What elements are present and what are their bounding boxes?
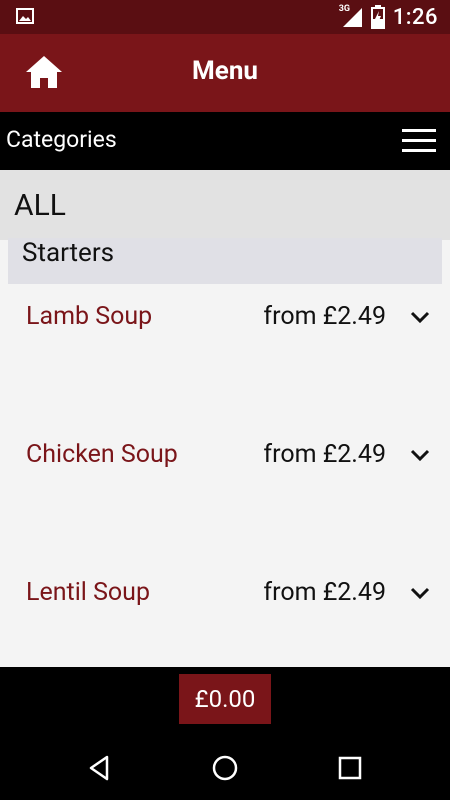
categories-label: Categories (6, 126, 117, 153)
chevron-down-icon[interactable] (410, 310, 430, 324)
menu-item-lentil-soup[interactable]: Lentil Soup from £2.49 (0, 564, 450, 624)
item-price: from £2.49 (263, 440, 386, 469)
signal-icon: 3G (338, 4, 363, 28)
section-title: Starters (22, 238, 115, 268)
back-icon[interactable] (85, 753, 115, 783)
categories-bar[interactable]: Categories (0, 112, 450, 170)
chevron-down-icon[interactable] (410, 448, 430, 462)
item-name: Lamb Soup (26, 302, 153, 331)
network-type-label: 3G (338, 4, 350, 14)
item-name: Lentil Soup (26, 578, 150, 607)
menu-item-lamb-soup[interactable]: Lamb Soup from £2.49 (0, 288, 450, 348)
page-title: Menu (192, 56, 258, 86)
status-bar: 3G 1:26 (0, 0, 450, 34)
category-header: ALL (0, 170, 450, 240)
system-nav-bar (0, 735, 450, 800)
menu-item-chicken-soup[interactable]: Chicken Soup from £2.49 (0, 426, 450, 486)
item-price: from £2.49 (263, 302, 386, 331)
section-header: Starters (8, 238, 442, 284)
category-title: ALL (14, 188, 66, 223)
home-circle-icon[interactable] (210, 753, 240, 783)
app-bar: Menu (0, 34, 450, 112)
cart-total-button[interactable]: £0.00 (179, 674, 271, 724)
chevron-down-icon[interactable] (410, 586, 430, 600)
recents-icon[interactable] (335, 753, 365, 783)
item-price: from £2.49 (263, 578, 386, 607)
image-notification-icon (16, 8, 34, 24)
cart-bar: £0.00 (0, 667, 450, 735)
battery-icon (370, 5, 385, 29)
hamburger-icon[interactable] (402, 128, 436, 154)
clock: 1:26 (392, 4, 438, 30)
item-name: Chicken Soup (26, 440, 178, 469)
